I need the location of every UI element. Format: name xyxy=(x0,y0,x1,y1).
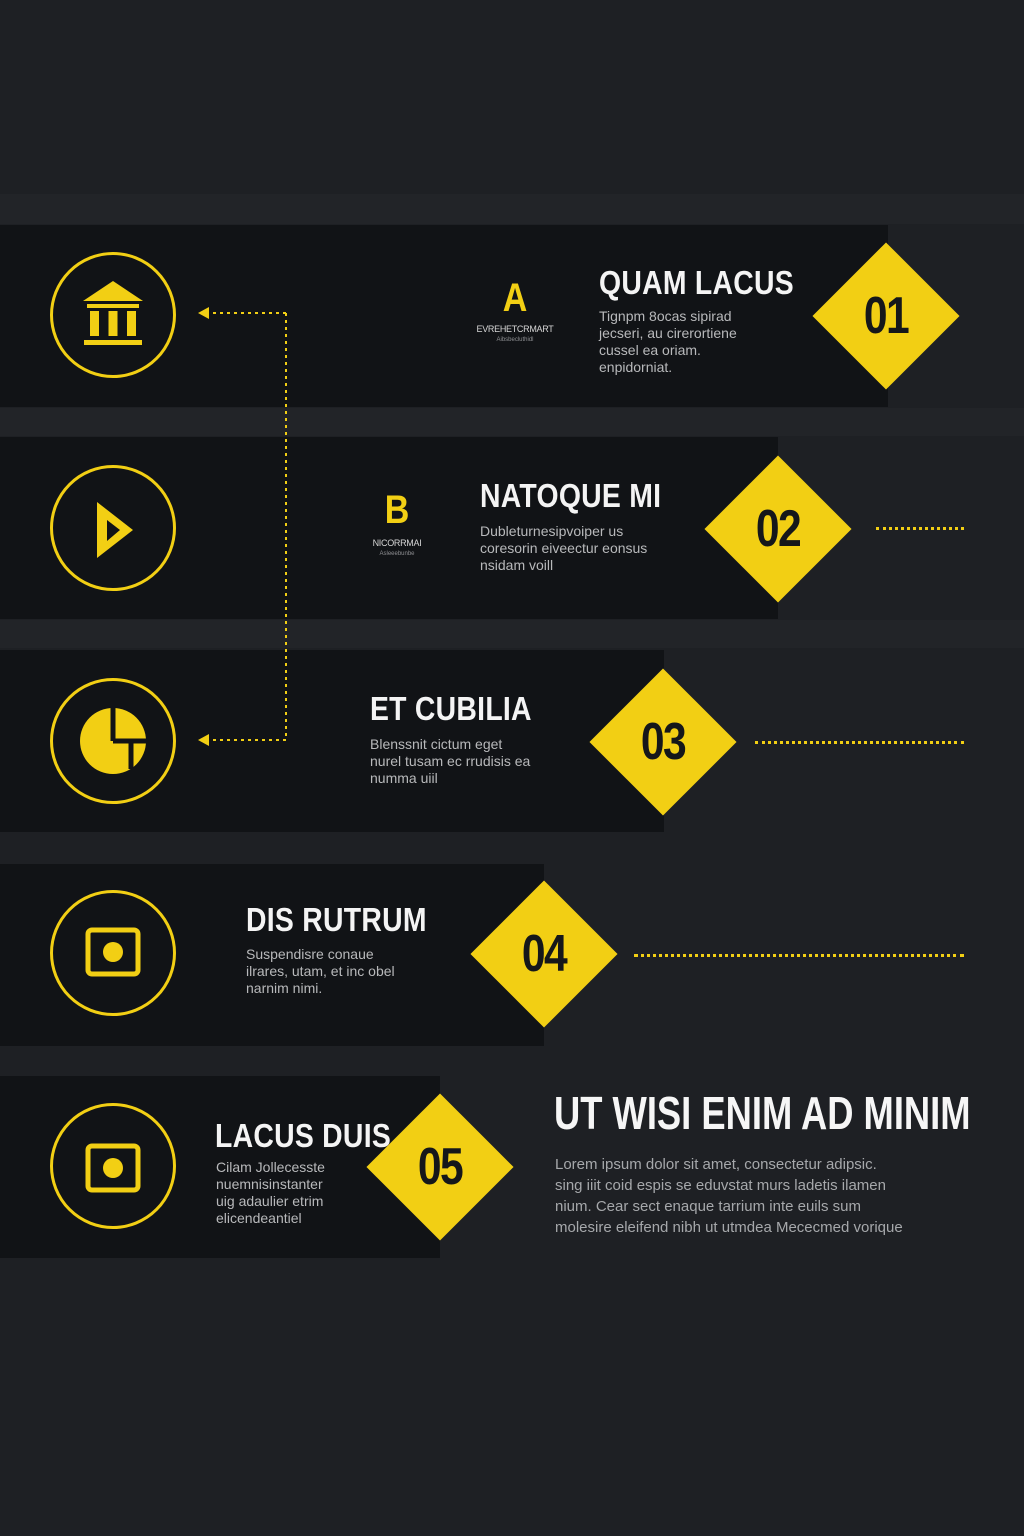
arrow-left-icon xyxy=(198,734,209,746)
summary-body: Lorem ipsum dolor sit amet, consectetur … xyxy=(555,1156,903,1236)
arrow-left-icon xyxy=(198,307,209,319)
summary-heading: UT WISI ENIM AD MINIM xyxy=(554,1087,971,1139)
dotted-connector-arrows xyxy=(198,307,287,746)
